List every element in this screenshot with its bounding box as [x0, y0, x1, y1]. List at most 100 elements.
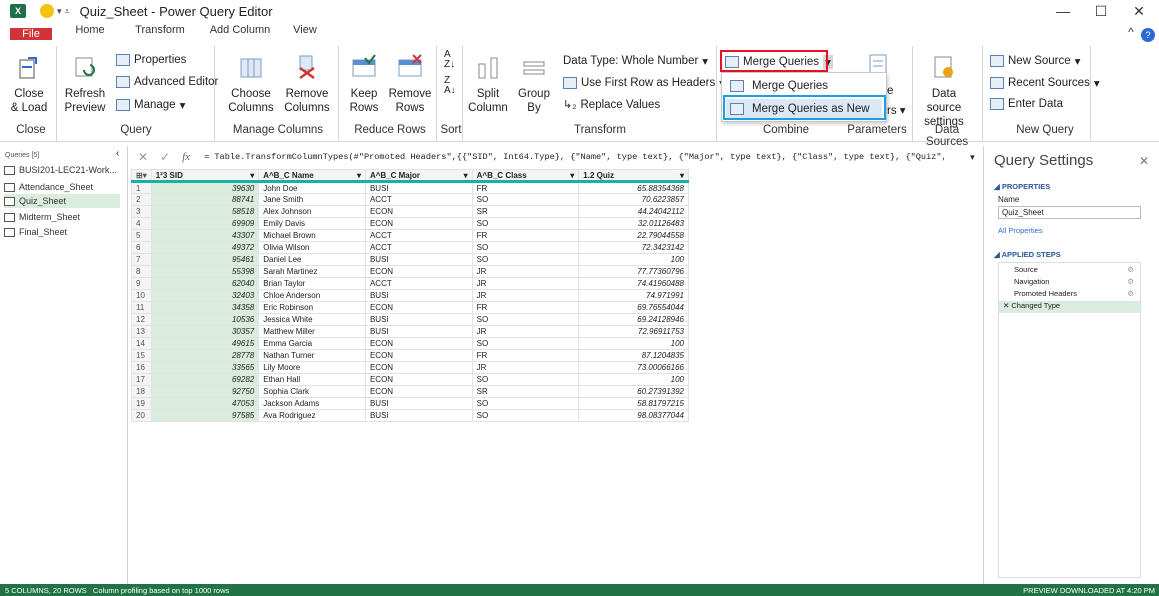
table-cell[interactable]: ACCT [364, 277, 473, 290]
table-cell[interactable]: 69909 [150, 217, 260, 230]
table-cell[interactable]: Sophia Clark [258, 385, 366, 398]
table-cell[interactable]: Brian Taylor [258, 277, 366, 290]
table-cell[interactable]: JR [471, 277, 580, 290]
choose-columns-button[interactable]: Choose Columns [226, 54, 276, 115]
table-cell[interactable]: Jackson Adams [258, 397, 366, 410]
table-cell[interactable]: Eric Robinson [258, 301, 366, 314]
table-cell[interactable]: BUSI [364, 313, 473, 326]
table-cell[interactable]: 77.77360796 [578, 265, 689, 278]
table-cell[interactable]: FR [471, 301, 580, 314]
data-source-settings-button[interactable]: Data source settings [914, 54, 974, 129]
manage-button[interactable]: Manage ▾ [116, 98, 185, 112]
table-cell[interactable]: 58518 [150, 205, 260, 218]
fx-icon[interactable]: fx [182, 151, 190, 163]
tab-transform[interactable]: Transform [130, 24, 190, 40]
step-item[interactable]: Source ⚙ [999, 265, 1140, 276]
table-cell[interactable]: Chloe Anderson [258, 289, 366, 302]
table-cell[interactable]: 100 [578, 337, 689, 350]
table-cell[interactable]: JR [471, 289, 580, 302]
table-cell[interactable]: 98.08377044 [578, 409, 689, 422]
table-cell[interactable]: 65.88354368 [578, 181, 689, 194]
expand-formula-icon[interactable]: ▾ [970, 152, 975, 163]
table-cell[interactable]: 100 [578, 373, 689, 386]
table-cell[interactable]: ECON [364, 205, 473, 218]
query-item[interactable]: BUSI201-LEC21-Work... [4, 163, 120, 177]
table-cell[interactable]: 34358 [150, 301, 260, 314]
table-cell[interactable]: BUSI [364, 397, 473, 410]
table-cell[interactable]: JR [471, 325, 580, 338]
table-cell[interactable]: FR [471, 181, 580, 194]
table-cell[interactable]: 22.79044558 [578, 229, 689, 242]
table-cell[interactable]: Matthew Miller [258, 325, 366, 338]
table-cell[interactable]: 10536 [150, 313, 260, 326]
table-cell[interactable]: 58.81797215 [578, 397, 689, 410]
filter-dropdown-icon[interactable]: ▾ [357, 171, 361, 179]
table-cell[interactable]: Daniel Lee [258, 253, 366, 266]
filter-dropdown-icon[interactable]: ▾ [570, 171, 574, 179]
table-cell[interactable]: BUSI [364, 409, 473, 422]
tab-home[interactable]: Home [70, 24, 110, 40]
table-cell[interactable]: ECON [364, 385, 473, 398]
table-cell[interactable]: 97585 [150, 409, 260, 422]
table-cell[interactable]: SO [471, 337, 580, 350]
excel-icon[interactable]: X [10, 4, 26, 18]
sort-descending-icon[interactable]: Z A↓ [444, 76, 456, 96]
step-item[interactable]: Navigation ⚙ [999, 277, 1140, 288]
step-item[interactable]: Promoted Headers ⚙ [999, 289, 1140, 300]
table-cell[interactable]: 69282 [150, 373, 260, 386]
formula-input[interactable]: = Table.TransformColumnTypes(#"Promoted … [204, 152, 944, 162]
table-cell[interactable]: SO [471, 241, 580, 254]
query-item[interactable]: Midterm_Sheet [4, 210, 120, 224]
table-menu-icon[interactable]: ⊞▾ [131, 169, 152, 183]
collapse-pane-icon[interactable]: ‹ [116, 148, 119, 159]
tab-add-column[interactable]: Add Column [205, 24, 275, 40]
refresh-preview-button[interactable]: Refresh Preview [60, 54, 110, 115]
table-cell[interactable]: 62040 [150, 277, 260, 290]
table-cell[interactable]: SO [471, 193, 580, 206]
table-cell[interactable]: Jessica White [258, 313, 366, 326]
table-cell[interactable]: 72.96911753 [578, 325, 689, 338]
table-cell[interactable]: FR [471, 229, 580, 242]
close-pane-icon[interactable]: ✕ [1139, 154, 1149, 168]
column-header-major[interactable]: A^B_C Major ▾ [364, 169, 473, 183]
table-cell[interactable]: BUSI [364, 253, 473, 266]
tab-view[interactable]: View [285, 24, 325, 40]
advanced-editor-button[interactable]: Advanced Editor [116, 76, 218, 88]
table-cell[interactable]: SO [471, 253, 580, 266]
column-header-quiz[interactable]: 1.2 Quiz ▾ [578, 169, 689, 183]
table-cell[interactable]: ECON [364, 265, 473, 278]
table-cell[interactable]: Nathan Turner [258, 349, 366, 362]
table-cell[interactable]: 44.24042112 [578, 205, 689, 218]
gear-icon[interactable]: ⚙ [1127, 277, 1134, 286]
table-cell[interactable]: JR [471, 361, 580, 374]
table-cell[interactable]: Ava Rodriguez [258, 409, 366, 422]
table-cell[interactable]: Michael Brown [258, 229, 366, 242]
feedback-smiley-icon[interactable] [40, 4, 54, 18]
minimize-button[interactable]: — [1043, 0, 1083, 22]
table-cell[interactable]: 74.41960488 [578, 277, 689, 290]
table-cell[interactable]: 55398 [150, 265, 260, 278]
table-cell[interactable]: 100 [578, 253, 689, 266]
table-cell[interactable]: 69.76554044 [578, 301, 689, 314]
close-load-button[interactable]: Close & Load [8, 54, 50, 115]
keep-rows-button[interactable]: Keep Rows [344, 54, 384, 115]
collapse-ribbon-icon[interactable]: ^ [1121, 24, 1141, 40]
quick-access-icon[interactable]: ⩡ [65, 6, 70, 17]
confirm-formula-icon[interactable]: ✓ [160, 150, 170, 164]
table-cell[interactable]: ACCT [364, 229, 473, 242]
table-cell[interactable]: 60.27391392 [578, 385, 689, 398]
table-cell[interactable]: 70.6223857 [578, 193, 689, 206]
table-cell[interactable]: Lily Moore [258, 361, 366, 374]
delete-step-icon[interactable]: ✕ [1003, 301, 1009, 310]
table-cell[interactable]: 72.3423142 [578, 241, 689, 254]
all-properties-link[interactable]: All Properties [998, 226, 1043, 235]
table-cell[interactable]: SO [471, 397, 580, 410]
table-cell[interactable]: SO [471, 409, 580, 422]
help-icon[interactable]: ? [1141, 28, 1155, 42]
table-cell[interactable]: Ethan Hall [258, 373, 366, 386]
filter-dropdown-icon[interactable]: ▾ [680, 171, 684, 179]
table-cell[interactable]: 92750 [150, 385, 260, 398]
table-cell[interactable]: 30357 [150, 325, 260, 338]
query-item[interactable]: Attendance_Sheet [4, 180, 120, 194]
table-cell[interactable]: 32403 [150, 289, 260, 302]
